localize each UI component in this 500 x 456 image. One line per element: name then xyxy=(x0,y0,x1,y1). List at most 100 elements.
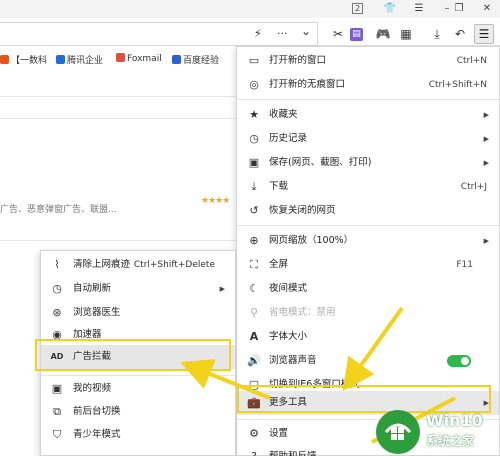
watermark-title: Win10 xyxy=(426,411,483,430)
url-input[interactable] xyxy=(0,22,318,46)
menu-item-restore-closed[interactable]: ↺ 恢复关闭的网页 xyxy=(237,199,499,223)
submenu-item-browser-doctor[interactable]: ⊛ 浏览器医生 xyxy=(41,301,235,325)
submenu-item-my-videos[interactable]: ▣ 我的视频 xyxy=(41,377,235,401)
restore-window-icon[interactable]: ❐ xyxy=(452,2,466,16)
submenu-item-label: 浏览器医生 xyxy=(73,307,121,318)
download-toolbar-icon[interactable]: ⤓ xyxy=(429,26,445,42)
menu-item-label: 帮助和反馈 xyxy=(269,445,317,456)
save-icon: ▣ xyxy=(248,156,260,169)
switch-icon: ⧉ xyxy=(53,405,61,418)
flash-icon[interactable]: ⚡ xyxy=(254,27,262,40)
power-save-icon: ⚲ xyxy=(249,306,259,319)
submenu-item-label: 前后台切换 xyxy=(73,406,121,417)
bookmark-label: 腾讯企业 xyxy=(67,56,104,66)
submenu-arrow-icon: ▶ xyxy=(219,285,225,293)
menu-item-label: 夜间模式 xyxy=(269,283,308,294)
submenu-separator xyxy=(41,375,235,376)
windows-logo-icon xyxy=(376,410,420,454)
menu-separator xyxy=(237,225,499,226)
submenu-item-teen-mode[interactable]: ⛉ 青少年模式 xyxy=(41,423,235,447)
menu-item-label: 收藏夹 xyxy=(269,109,298,120)
address-bar: ⚡ ··· ⌄ ✂ ▤ 🎮 ▦ ⤓ ↶ xyxy=(0,22,500,46)
shirt-icon[interactable]: 👕 xyxy=(383,2,397,16)
menu-item-shortcut: Ctrl+N xyxy=(456,56,487,66)
submenu-item-label: 清除上网痕迹 xyxy=(73,259,131,270)
game-icon[interactable]: 🎮 xyxy=(375,26,391,42)
bookmarks-bar: 【一数科 腾讯企业 Foxmail 百度经验 xyxy=(0,50,240,70)
menu-item-shortcut: Ctrl+Shift+N xyxy=(428,80,487,90)
menu-item-new-incognito[interactable]: ◎ 打开新的无痕窗口 Ctrl+Shift+N xyxy=(237,73,499,97)
menu-item-label: 下载 xyxy=(269,181,289,192)
page-snippet: 广告、恶意弹窗广告、联盟... xyxy=(0,205,117,215)
submenu-item-label: 我的视频 xyxy=(73,383,112,394)
submenu-item-auto-refresh[interactable]: ◷ 自动刷新 ▶ xyxy=(41,277,235,301)
menu-item-night-mode[interactable]: ☾ 夜间模式 xyxy=(237,277,499,301)
submenu-arrow-icon: ▶ xyxy=(483,135,489,143)
title-bar: 2 👕 ☰ – ❐ ✕ xyxy=(0,0,500,18)
scissors-icon[interactable]: ✂ xyxy=(330,26,346,42)
menu-lines-icon[interactable]: ☰ xyxy=(412,2,426,16)
windows-logo-svg xyxy=(384,423,412,440)
submenu-item-switch[interactable]: ⧉ 前后台切换 xyxy=(41,400,235,424)
more-icon[interactable]: ··· xyxy=(277,27,288,40)
watermark: Win10 系统之家 xyxy=(376,408,500,456)
font-size-icon: A xyxy=(249,330,259,343)
ad-block-highlight-box xyxy=(35,339,231,371)
apps-grid-icon[interactable]: ▦ xyxy=(398,26,414,42)
history-icon: ◷ xyxy=(249,132,259,145)
bookmark-label: Foxmail xyxy=(127,54,162,64)
menu-item-shortcut: Ctrl+J xyxy=(460,182,487,192)
bookmark-item[interactable]: 百度经验 xyxy=(172,53,219,66)
menu-item-new-window[interactable]: ▭ 打开新的窗口 Ctrl+N xyxy=(237,49,499,73)
submenu-item-clear-traces[interactable]: ⌇ 清除上网痕迹 Ctrl+Shift+Delete xyxy=(41,253,235,277)
menu-item-favorites[interactable]: ★ 收藏夹 ▶ xyxy=(237,103,499,127)
menu-item-fullscreen[interactable]: ⛶ 全屏 F11 xyxy=(237,253,499,277)
submenu-item-label: 自动刷新 xyxy=(73,283,112,294)
menu-item-power-save: ⚲ 省电模式：禁用 xyxy=(237,301,499,325)
submenu-item-shortcut: Ctrl+Shift+Delete xyxy=(133,260,215,270)
menu-item-zoom[interactable]: ⊕ 网页缩放（100%） ▶ xyxy=(237,229,499,253)
menu-item-save[interactable]: ▣ 保存(网页、截图、打印) ▶ xyxy=(237,151,499,175)
menu-item-label: 字体大小 xyxy=(269,331,308,342)
submenu-arrow-icon: ▶ xyxy=(483,237,489,245)
menu-item-label: 浏览器声音 xyxy=(269,355,317,366)
tab-count-badge[interactable]: 2 xyxy=(352,3,363,14)
incognito-icon: ◎ xyxy=(249,78,259,91)
menu-item-label: 恢复关闭的网页 xyxy=(269,205,336,216)
submenu-item-label: 青少年模式 xyxy=(73,429,121,440)
dropdown-icon[interactable]: ⌄ xyxy=(301,24,311,38)
menu-item-download[interactable]: ⤓ 下载 Ctrl+J xyxy=(237,175,499,199)
undo-icon[interactable]: ↶ xyxy=(452,26,468,42)
bookmark-item[interactable]: 【一数科 xyxy=(0,53,47,66)
bookmark-item[interactable]: Foxmail xyxy=(116,53,162,64)
night-mode-icon: ☾ xyxy=(249,282,259,295)
submenu-arrow-icon: ▶ xyxy=(483,159,489,167)
menu-item-label: 网页缩放（100%） xyxy=(269,235,354,246)
new-window-icon: ▭ xyxy=(248,54,260,67)
teen-mode-icon: ⛉ xyxy=(52,428,62,441)
menu-item-label: 全屏 xyxy=(269,259,289,270)
menu-item-label: 省电模式：禁用 xyxy=(269,307,336,318)
bookmark-label: 百度经验 xyxy=(183,56,220,66)
settings-icon: ⚙ xyxy=(249,427,259,440)
page-divider xyxy=(0,118,236,119)
bookmark-label: 【一数科 xyxy=(11,56,48,66)
menu-item-shortcut: F11 xyxy=(456,260,473,270)
menu-item-label: 保存(网页、截图、打印) xyxy=(269,157,372,168)
sound-icon: 🔊 xyxy=(247,354,261,367)
notes-icon[interactable]: ▤ xyxy=(350,28,363,41)
bookmark-favicon-icon xyxy=(172,55,181,64)
menu-item-label: 打开新的无痕窗口 xyxy=(269,79,346,90)
download-icon: ⤓ xyxy=(251,180,257,193)
broom-icon: ⌇ xyxy=(54,258,60,271)
close-icon[interactable]: ✕ xyxy=(480,2,494,16)
sound-toggle[interactable] xyxy=(447,355,471,367)
favorites-icon: ★ xyxy=(249,108,259,121)
main-menu-button[interactable]: ☰ xyxy=(474,24,494,44)
page-divider xyxy=(0,96,236,97)
menu-item-font-size[interactable]: A 字体大小 xyxy=(237,325,499,349)
menu-item-browser-sound[interactable]: 🔊 浏览器声音 xyxy=(237,349,499,373)
menu-item-history[interactable]: ◷ 历史记录 ▶ xyxy=(237,127,499,151)
rating-stars: ★★★★ xyxy=(201,196,230,206)
bookmark-item[interactable]: 腾讯企业 xyxy=(56,53,103,66)
